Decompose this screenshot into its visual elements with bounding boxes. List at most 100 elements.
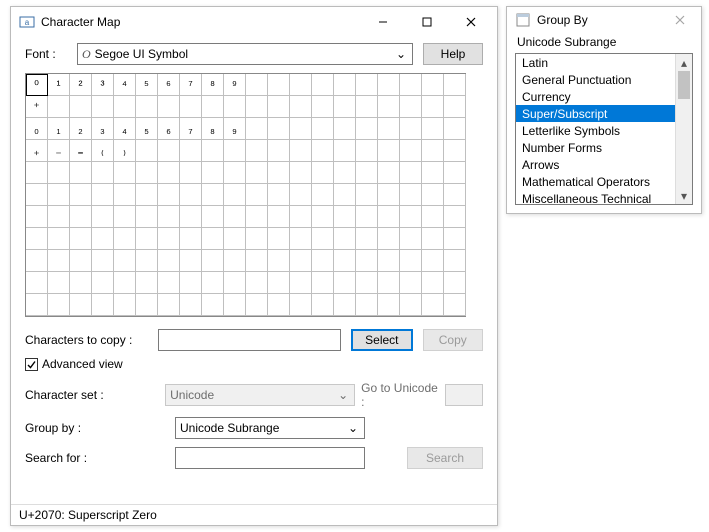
grid-cell[interactable] [334,294,356,316]
grid-cell[interactable] [92,162,114,184]
grid-cell[interactable]: ₆ [158,118,180,140]
search-input[interactable] [175,447,365,469]
grid-cell[interactable] [26,184,48,206]
grid-cell[interactable] [422,272,444,294]
grid-cell[interactable] [356,74,378,96]
grid-cell[interactable] [444,250,466,272]
grid-cell[interactable]: ₋ [48,140,70,162]
grid-cell[interactable] [400,74,422,96]
grid-cell[interactable] [48,228,70,250]
grid-cell[interactable] [290,228,312,250]
grid-cell[interactable] [268,118,290,140]
grid-cell[interactable] [224,206,246,228]
grid-cell[interactable] [202,206,224,228]
grid-cell[interactable] [356,118,378,140]
help-button[interactable]: Help [423,43,483,65]
grid-cell[interactable] [378,96,400,118]
grid-cell[interactable] [114,206,136,228]
grid-cell[interactable] [48,206,70,228]
grid-cell[interactable] [378,74,400,96]
advanced-view-checkbox[interactable] [25,358,38,371]
grid-cell[interactable] [290,250,312,272]
grid-cell[interactable]: ₎ [114,140,136,162]
grid-cell[interactable] [290,74,312,96]
grid-cell[interactable] [334,74,356,96]
grid-cell[interactable] [444,118,466,140]
grid-cell[interactable] [92,184,114,206]
grid-cell[interactable]: ₅ [136,118,158,140]
list-item[interactable]: Super/Subscript [516,105,675,122]
grid-cell[interactable] [136,228,158,250]
grid-cell[interactable] [92,250,114,272]
grid-cell[interactable] [158,294,180,316]
grid-cell[interactable] [114,272,136,294]
grid-cell[interactable] [356,228,378,250]
grid-cell[interactable] [378,118,400,140]
grid-cell[interactable] [158,162,180,184]
grid-cell[interactable] [356,294,378,316]
grid-cell[interactable] [334,96,356,118]
scrollbar[interactable]: ▴ ▾ [675,54,692,204]
grid-cell[interactable] [422,250,444,272]
list-item[interactable]: Arrows [516,156,675,173]
grid-cell[interactable]: ⁵ [136,74,158,96]
grid-cell[interactable] [92,206,114,228]
grid-cell[interactable] [114,96,136,118]
grid-cell[interactable] [290,118,312,140]
grid-cell[interactable] [444,272,466,294]
grid-cell[interactable]: ³ [92,74,114,96]
grid-cell[interactable] [268,74,290,96]
scroll-up-icon[interactable]: ▴ [676,54,692,71]
grid-cell[interactable] [202,184,224,206]
grid-cell[interactable] [70,228,92,250]
grid-cell[interactable] [70,96,92,118]
grid-cell[interactable]: ⁸ [202,74,224,96]
grid-cell[interactable] [158,96,180,118]
grid-cell[interactable] [136,250,158,272]
characters-to-copy-input[interactable] [158,329,341,351]
grid-cell[interactable] [26,294,48,316]
grid-cell[interactable] [356,140,378,162]
grid-cell[interactable] [268,96,290,118]
list-item[interactable]: Letterlike Symbols [516,122,675,139]
list-item[interactable]: Mathematical Operators [516,173,675,190]
grid-cell[interactable] [114,228,136,250]
grid-cell[interactable] [422,118,444,140]
grid-cell[interactable] [312,272,334,294]
grid-cell[interactable] [246,294,268,316]
grid-cell[interactable] [334,162,356,184]
grid-cell[interactable] [224,250,246,272]
grid-cell[interactable] [400,206,422,228]
grid-cell[interactable] [70,250,92,272]
grid-cell[interactable] [334,250,356,272]
list-item[interactable]: Currency [516,88,675,105]
grid-cell[interactable] [378,294,400,316]
grid-cell[interactable] [246,206,268,228]
list-item[interactable]: Miscellaneous Technical [516,190,675,205]
grid-cell[interactable] [312,250,334,272]
grid-cell[interactable] [114,162,136,184]
group-by-dropdown[interactable]: Unicode Subrange ⌄ [175,417,365,439]
grid-cell[interactable] [246,140,268,162]
grid-cell[interactable] [312,206,334,228]
grid-cell[interactable] [158,140,180,162]
grid-cell[interactable] [246,250,268,272]
grid-cell[interactable] [444,228,466,250]
grid-cell[interactable] [334,118,356,140]
grid-cell[interactable] [70,162,92,184]
grid-cell[interactable] [26,250,48,272]
grid-cell[interactable] [70,206,92,228]
grid-cell[interactable] [268,272,290,294]
grid-cell[interactable] [422,206,444,228]
grid-cell[interactable] [334,228,356,250]
grid-cell[interactable] [400,118,422,140]
grid-cell[interactable] [356,250,378,272]
grid-cell[interactable] [334,140,356,162]
grid-cell[interactable] [26,272,48,294]
grid-cell[interactable] [334,184,356,206]
grid-cell[interactable] [290,184,312,206]
grid-cell[interactable] [290,140,312,162]
grid-cell[interactable] [400,228,422,250]
grid-cell[interactable] [180,206,202,228]
list-item[interactable]: General Punctuation [516,71,675,88]
